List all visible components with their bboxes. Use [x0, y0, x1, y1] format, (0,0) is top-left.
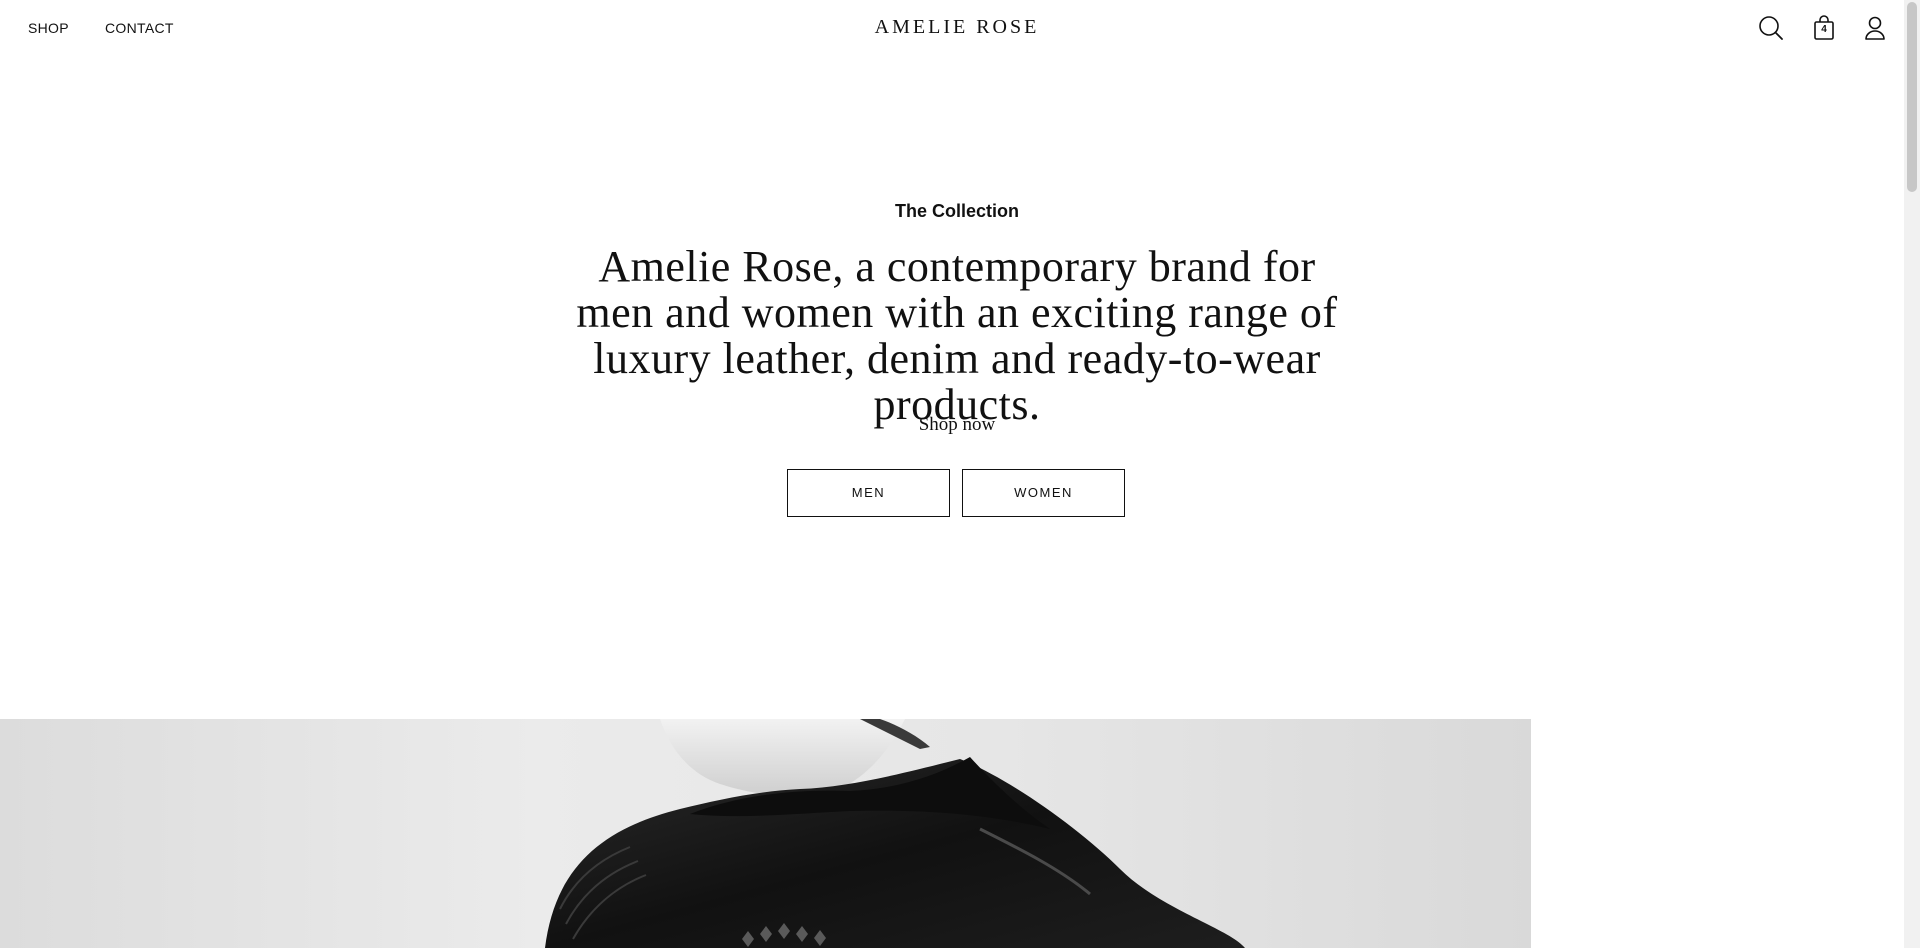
men-button[interactable]: MEN [787, 469, 950, 517]
hero-image [0, 719, 1531, 948]
page-scrollbar[interactable] [1904, 0, 1920, 948]
search-icon[interactable] [1758, 15, 1784, 41]
shopping-bag-icon[interactable]: 4 [1811, 15, 1837, 41]
scrollbar-thumb[interactable] [1907, 2, 1917, 192]
shop-now-link[interactable]: Shop now [0, 414, 1914, 436]
page: SHOP CONTACT AMELIE ROSE 4 The Collectio… [0, 0, 1920, 948]
cart-count-badge: 4 [1821, 24, 1827, 35]
brand-logo[interactable]: AMELIE ROSE [0, 16, 1914, 39]
hero-headline: Amelie Rose, a contemporary brand for me… [576, 242, 1338, 429]
user-icon[interactable] [1862, 15, 1888, 41]
section-eyebrow: The Collection [894, 201, 1019, 221]
women-button[interactable]: WOMEN [962, 469, 1125, 517]
site-header: SHOP CONTACT AMELIE ROSE 4 [0, 0, 1904, 58]
